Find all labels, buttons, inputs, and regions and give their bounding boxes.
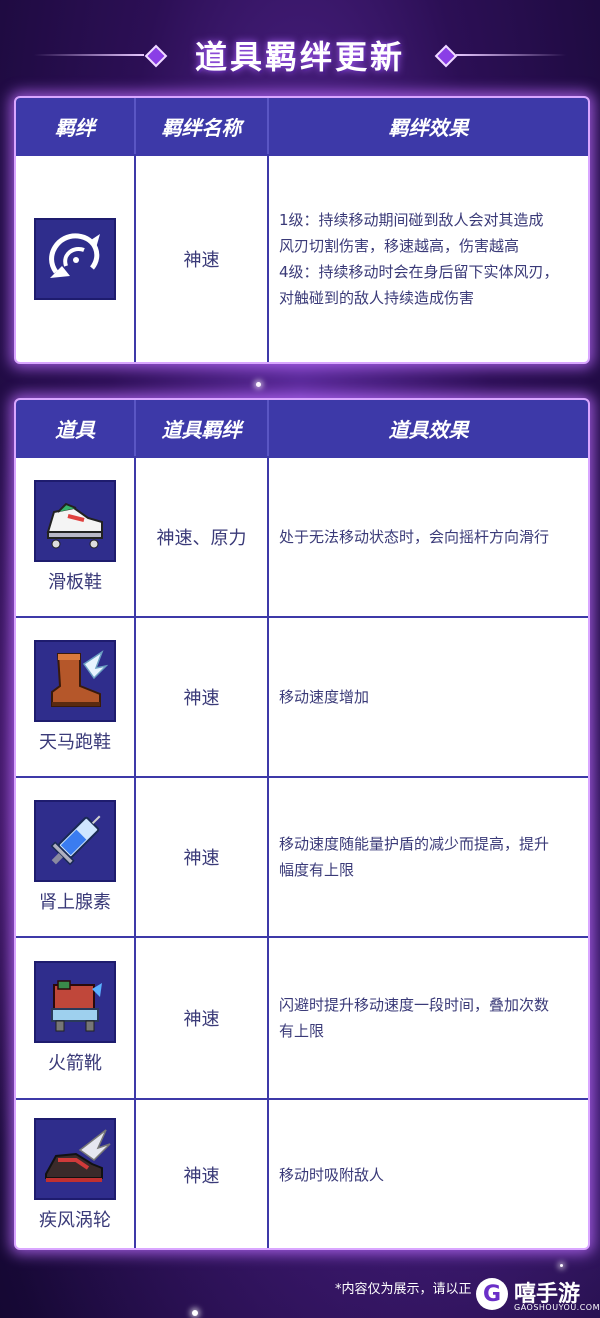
- item-table-header: 道具 道具羁绊 道具效果: [16, 400, 588, 456]
- bond-table-header: 羁绊 羁绊名称 羁绊效果: [16, 98, 588, 154]
- site-logo[interactable]: G 嘻手游 GAOSHOUYOU.COM: [476, 1276, 600, 1314]
- item-bond-cell: 神速: [136, 1100, 269, 1248]
- title-right-line: [456, 54, 566, 56]
- item-effect-cell: 移动速度随能量护盾的减少而提高，提升 幅度有上限: [269, 778, 588, 936]
- bond-effect-cell: 1级：持续移动期间碰到敌人会对其造成 风刃切割伤害，移速越高，伤害越高 4级：持…: [269, 156, 588, 362]
- item-table: 道具 道具羁绊 道具效果 滑板鞋 神速、原力 处于无法移动状态时，会向摇杆方向滑…: [14, 398, 590, 1250]
- item-name: 滑板鞋: [48, 572, 102, 593]
- item-effect-line: 移动时吸附敌人: [279, 1166, 385, 1184]
- item-effect-cell: 移动时吸附敌人: [269, 1100, 588, 1248]
- star-decoration: [256, 382, 261, 387]
- header-item-effect: 道具效果: [388, 417, 469, 442]
- item-effect-line: 有上限: [279, 1022, 325, 1040]
- item-effect-line: 闪避时提升移动速度一段时间，叠加次数: [279, 996, 550, 1014]
- item-effect-cell: 闪避时提升移动速度一段时间，叠加次数 有上限: [269, 938, 588, 1098]
- item-effect-line: 移动速度随能量护盾的减少而提高，提升: [279, 835, 550, 853]
- bond-effect-line: 对触碰到的敌人持续造成伤害: [279, 289, 475, 307]
- table-row: 神速 1级：持续移动期间碰到敌人会对其造成 风刃切割伤害，移速越高，伤害越高 4…: [16, 154, 588, 362]
- item-bond-cell: 神速: [136, 778, 269, 936]
- bond-effect-line: 风刃切割伤害，移速越高，伤害越高: [279, 237, 520, 255]
- item-name: 疾风涡轮: [39, 1210, 111, 1231]
- star-decoration: [560, 1264, 563, 1267]
- item-bond: 神速: [183, 848, 220, 869]
- turbo-wing-shoe-icon: [34, 1118, 116, 1200]
- header-item: 道具: [16, 400, 136, 456]
- header-bond-name: 羁绊名称: [136, 98, 269, 154]
- item-name: 火箭靴: [48, 1053, 102, 1074]
- bond-effect-line: 4级：持续移动时会在身后留下实体风刃，: [279, 263, 559, 281]
- item-cell: 疾风涡轮: [16, 1100, 136, 1248]
- table-row: 天马跑鞋 神速 移动速度增加: [16, 616, 588, 776]
- bond-table: 羁绊 羁绊名称 羁绊效果 神速 1级：持续移动期间碰到敌人会对其造成 风刃切割伤…: [14, 96, 590, 364]
- bond-effect-line: 1级：持续移动期间碰到敌人会对其造成: [279, 211, 544, 229]
- item-cell: 肾上腺素: [16, 778, 136, 936]
- bond-name-cell: 神速: [136, 156, 269, 362]
- item-bond: 神速: [183, 1009, 220, 1030]
- item-bond-cell: 神速: [136, 938, 269, 1098]
- item-effect-line: 幅度有上限: [279, 861, 355, 879]
- logo-domain: GAOSHOUYOU.COM: [514, 1303, 600, 1312]
- winged-boot-icon: [34, 640, 116, 722]
- header-bond-effect: 羁绊效果: [388, 115, 469, 140]
- rocket-boot-icon: [34, 961, 116, 1043]
- item-name: 天马跑鞋: [39, 732, 111, 753]
- syringe-icon: [34, 800, 116, 882]
- item-name: 肾上腺素: [39, 892, 111, 913]
- table-row: 火箭靴 神速 闪避时提升移动速度一段时间，叠加次数 有上限: [16, 936, 588, 1098]
- bond-name: 神速: [183, 250, 220, 271]
- item-bond: 神速: [183, 688, 220, 709]
- star-decoration: [192, 1310, 198, 1316]
- item-cell: 滑板鞋: [16, 458, 136, 616]
- item-cell: 天马跑鞋: [16, 618, 136, 776]
- footer-note: *内容仅为展示，请以正: [335, 1282, 472, 1297]
- logo-mark-icon: G: [476, 1278, 508, 1310]
- bond-icon-cell: [16, 156, 136, 362]
- wind-spiral-icon: [34, 218, 116, 300]
- item-effect-line: 移动速度增加: [279, 688, 370, 706]
- table-row: 疾风涡轮 神速 移动时吸附敌人: [16, 1098, 588, 1248]
- item-effect-cell: 移动速度增加: [269, 618, 588, 776]
- item-bond-cell: 神速、原力: [136, 458, 269, 616]
- table-row: 滑板鞋 神速、原力 处于无法移动状态时，会向摇杆方向滑行: [16, 456, 588, 616]
- header-bond: 羁绊: [16, 98, 136, 154]
- header-item-bond: 道具羁绊: [136, 400, 269, 456]
- table-row: 肾上腺素 神速 移动速度随能量护盾的减少而提高，提升 幅度有上限: [16, 776, 588, 936]
- item-bond-cell: 神速: [136, 618, 269, 776]
- item-effect-cell: 处于无法移动状态时，会向摇杆方向滑行: [269, 458, 588, 616]
- item-effect-line: 处于无法移动状态时，会向摇杆方向滑行: [279, 528, 550, 546]
- skateboard-shoe-icon: [34, 480, 116, 562]
- item-cell: 火箭靴: [16, 938, 136, 1098]
- item-bond: 神速、原力: [156, 528, 247, 549]
- page-header: 道具羁绊更新: [0, 22, 600, 82]
- item-bond: 神速: [183, 1166, 220, 1187]
